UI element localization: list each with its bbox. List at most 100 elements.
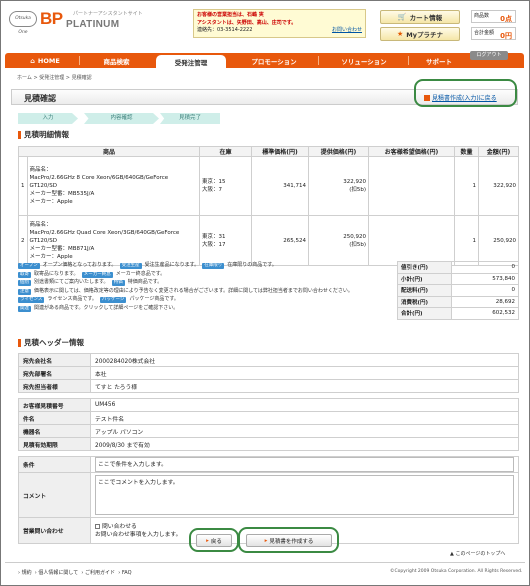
inquiry-checkbox[interactable] bbox=[95, 523, 100, 529]
myplatina-button[interactable]: ★ Myプラチナ bbox=[380, 27, 460, 41]
offer-price: 250,920 bbox=[343, 233, 366, 240]
step-confirm: 内容確認 bbox=[84, 113, 159, 124]
stock-osaka: 大阪：7 bbox=[202, 187, 222, 193]
assistant-text: アシスタントは、矢野田、高山、庄司です。 bbox=[197, 19, 297, 26]
breadcrumb: ホーム > 受発注管理 > 見積確認 bbox=[17, 75, 92, 81]
legend-badge: 個別 bbox=[18, 280, 31, 286]
myplatina-label: Myプラチナ bbox=[406, 31, 443, 39]
field-label: 機器名 bbox=[18, 424, 91, 438]
offer-price-tax: (扣5b) bbox=[349, 241, 366, 248]
product-name-label: 商品名： bbox=[29, 221, 52, 228]
highlight-circle bbox=[238, 527, 339, 553]
product-name-label: 商品名： bbox=[29, 167, 52, 173]
condition-textarea[interactable]: ここで条件を入力します。 bbox=[95, 457, 514, 472]
cart-info-button[interactable]: 🛒 カート情報 bbox=[380, 10, 460, 24]
quote-number-value: UM456 bbox=[90, 398, 519, 412]
summary-label: 小計(円) bbox=[396, 272, 453, 285]
header-section-title: 見積ヘッダー情報 bbox=[18, 339, 84, 347]
legend-text: オープン価格となっております。 bbox=[42, 262, 117, 268]
nav-home[interactable]: ⌂ HOME bbox=[16, 53, 74, 68]
total-amount-label: 合計金額 bbox=[474, 30, 495, 36]
legend-line: 関連 関連がある商品です。クリックして詳細ページをご確認下さい。 bbox=[18, 304, 393, 313]
summary-row: 配送料(円) 0 bbox=[396, 284, 519, 297]
footer-link-privacy[interactable]: 個人情報に関して bbox=[38, 570, 78, 576]
summary-row: 合計(円) 602,532 bbox=[396, 307, 519, 320]
contact-link[interactable]: お問い合わせ bbox=[332, 27, 362, 35]
summary-table: 値引き(円) 0 小計(円) 573,840 配送料(円) 0 消費税(円) 28,69… bbox=[396, 261, 519, 320]
stock-tokyo: 東京：31 bbox=[202, 233, 226, 240]
detail-section-title: 見積明細情報 bbox=[18, 131, 69, 139]
summary-row: 小計(円) 573,840 bbox=[396, 272, 519, 285]
comment-textarea[interactable]: ここでコメントを入力します。 bbox=[95, 475, 514, 515]
table-row: コメント ここでコメントを入力します。 bbox=[18, 472, 519, 518]
nav-product-search[interactable]: 商品検索 bbox=[84, 53, 149, 68]
maker-name: メーカー：Apple bbox=[29, 253, 73, 260]
total-amount-value: 0円 bbox=[500, 32, 512, 40]
page-top-link[interactable]: ▲ このページのトップへ bbox=[450, 550, 505, 557]
nav-support[interactable]: サポート bbox=[414, 53, 464, 68]
table-row: 見積有効期限 2009/8/30 まで有効 bbox=[18, 437, 519, 451]
footer-link-faq[interactable]: FAQ bbox=[122, 570, 132, 576]
col-qty: 数量 bbox=[454, 146, 479, 157]
contact-info-box: お客様の営業担当は、石嶋 実 アシスタントは、矢野田、高山、庄司です。 連絡先：… bbox=[193, 9, 366, 38]
field-label: 宛先担当者様 bbox=[18, 379, 91, 393]
nav-promotion[interactable]: プロモーション bbox=[234, 53, 314, 68]
summary-row: 値引き(円) 0 bbox=[396, 261, 519, 274]
field-label: 宛先会社名 bbox=[18, 353, 91, 367]
field-label: 営業問い合わせ bbox=[18, 517, 91, 544]
platinum-logo: PLATINUM bbox=[66, 19, 120, 30]
item-count-box: 商品数 0点 bbox=[471, 10, 516, 23]
legend-text: ライセンス商品です。 bbox=[47, 296, 97, 302]
summary-value: 0 bbox=[451, 284, 519, 297]
inquiry-checkbox-label: 問い合わせる bbox=[102, 523, 137, 530]
summary-label: 配送料(円) bbox=[396, 284, 453, 297]
field-label: 見積有効期限 bbox=[18, 437, 91, 451]
legend-badge: メーカー終息 bbox=[81, 271, 113, 278]
sales-rep-text: お客様の営業担当は、石嶋 実 bbox=[197, 12, 264, 18]
home-icon: ⌂ bbox=[30, 56, 35, 65]
expiry-value: 2009/8/30 まで有効 bbox=[90, 437, 519, 451]
department-value: 本社 bbox=[90, 366, 519, 380]
footer-link-terms[interactable]: 規約 bbox=[22, 570, 32, 576]
logo-caption: パートナーアシスタントサイト bbox=[73, 11, 143, 17]
nav-divider bbox=[79, 56, 80, 65]
legend-text: 受注生産品になります。 bbox=[144, 262, 200, 268]
device-name-value: アップル パソコン bbox=[90, 424, 519, 438]
col-amount: 金額(円) bbox=[478, 146, 519, 157]
detail-header-row: 商品 在庫 標準価格(円) 提供価格(円) お客様希望価格(円) 数量 金額(円… bbox=[18, 146, 519, 157]
legend-line: ライセンス ライセンス商品です。 パッケージ パッケージ商品です。 bbox=[18, 295, 393, 304]
item-count-label: 商品数 bbox=[474, 13, 490, 19]
cart-info-label: カート情報 bbox=[409, 14, 443, 22]
summary-value: 602,532 bbox=[451, 307, 519, 320]
summary-row: 消費税(円) 28,692 bbox=[396, 295, 519, 308]
maker-code: メーカー型番：MB535J/A bbox=[29, 191, 95, 197]
table-row: 宛先部署名 本社 bbox=[18, 366, 519, 380]
table-row: お客様見積番号 UM456 bbox=[18, 398, 519, 412]
table-row: 1 商品名： MacPro/2.66GHz 8 Core Xeon/6GB/64… bbox=[18, 156, 519, 216]
legend-text: 在庫限りの商品です。 bbox=[227, 262, 277, 268]
footer-link-guide[interactable]: ご利用ガイド bbox=[85, 570, 115, 576]
nav-solution[interactable]: ソリューション bbox=[324, 53, 404, 68]
product-name: MacPro/2.66GHz 8 Core Xeon/6GB/640GB/GeF… bbox=[29, 175, 169, 189]
offer-price: 322,920 bbox=[343, 179, 366, 185]
stock-osaka: 大阪：17 bbox=[202, 241, 226, 248]
legend-badge: 関連 bbox=[18, 305, 31, 312]
field-label: 件名 bbox=[18, 411, 91, 425]
stock-tokyo: 東京：15 bbox=[202, 179, 226, 185]
col-stock: 在庫 bbox=[199, 146, 252, 157]
contact-person-value: てすと たろう様 bbox=[90, 379, 519, 393]
quantity: 1 bbox=[454, 215, 479, 266]
table-row: 条件 ここで条件を入力します。 bbox=[18, 456, 519, 473]
summary-value: 28,692 bbox=[451, 295, 519, 308]
step-complete: 見積完了 bbox=[160, 113, 220, 124]
logout-button[interactable]: ログアウト bbox=[470, 51, 508, 60]
header-info-table: 宛先会社名 2000284020株式会社 宛先部署名 本社 宛先担当者様 てすと たろ… bbox=[18, 353, 519, 544]
legend-text: 価格表示に関しては、価格改定等の理由により予告なく変更される場合がございます。詳… bbox=[34, 287, 353, 294]
nav-order-management[interactable]: 受発注管理 bbox=[156, 55, 226, 68]
offer-price-tax: (扣5b) bbox=[349, 187, 366, 193]
row-number: 2 bbox=[18, 215, 28, 266]
std-price: 341,714 bbox=[251, 156, 309, 216]
maker-code: メーカー型番：MB871J/A bbox=[29, 245, 95, 252]
customer-price bbox=[368, 156, 455, 216]
highlight-circle bbox=[189, 528, 239, 552]
